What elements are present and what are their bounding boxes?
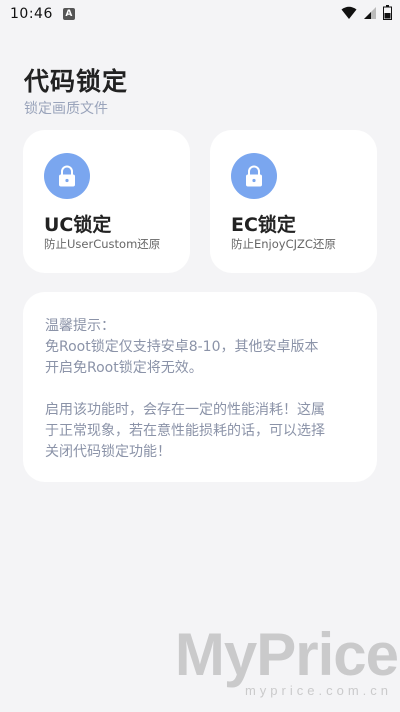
tips-spacer (45, 379, 355, 400)
status-right (341, 4, 392, 24)
card-title: EC锁定 (231, 214, 296, 236)
watermark-logo: MyPrice (174, 621, 399, 688)
status-time: 10:46 (10, 6, 53, 22)
signal-icon (363, 5, 377, 24)
ec-lock-card[interactable]: EC锁定 防止EnjoyCJZC还原 (210, 130, 377, 273)
card-description: 防止UserCustom还原 (44, 237, 161, 251)
card-description: 防止EnjoyCJZC还原 (231, 237, 336, 251)
uc-lock-card[interactable]: UC锁定 防止UserCustom还原 (23, 130, 190, 273)
tips-line: 启用该功能时，会存在一定的性能消耗！这属 (45, 402, 325, 418)
tips-line: 关闭代码锁定功能！ (45, 444, 171, 460)
tips-line: 于正常现象，若在意性能损耗的话，可以选择 (45, 423, 325, 439)
card-title: UC锁定 (44, 214, 112, 236)
status-bar: 10:46 A (0, 0, 400, 28)
battery-icon (383, 4, 392, 24)
status-left: 10:46 A (10, 6, 75, 22)
tips-heading: 温馨提示： (45, 318, 115, 334)
page-title: 代码锁定 (24, 67, 129, 96)
watermark: MyPrice myprice.com.cn (174, 621, 399, 699)
tips-card: 温馨提示： 免Root锁定仅支持安卓8-10，其他安卓版本 开启免Root锁定将… (23, 292, 377, 482)
tips-line: 免Root锁定仅支持安卓8-10，其他安卓版本 (45, 339, 319, 355)
lock-icon (44, 153, 90, 199)
a-icon: A (62, 8, 75, 20)
page-subtitle: 锁定画质文件 (24, 101, 108, 117)
lock-icon (231, 153, 277, 199)
wifi-icon (341, 5, 357, 24)
tips-line: 开启免Root锁定将无效。 (45, 360, 203, 376)
